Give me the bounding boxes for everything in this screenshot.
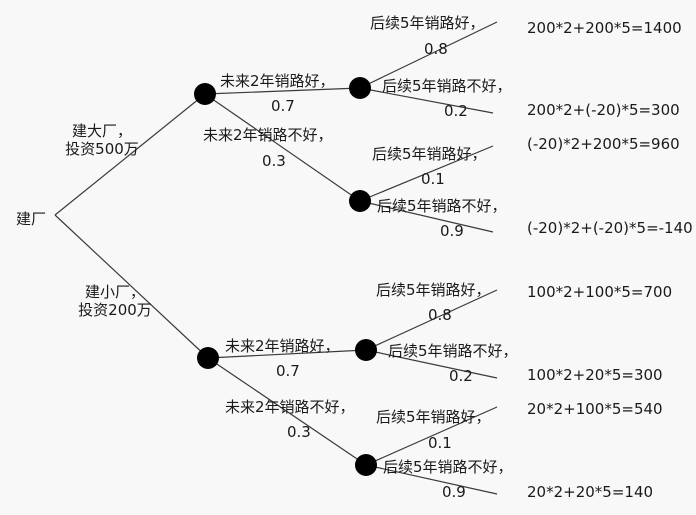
result-small-b-bad: 20*2+20*5=140	[527, 483, 654, 501]
big-b-bad-label: 后续5年销路不好，	[377, 197, 507, 215]
small-factory-line2: 投资200万	[78, 301, 152, 319]
node-big-good2	[349, 77, 371, 99]
big-factory-line2: 投资500万	[65, 140, 139, 158]
small-good2-label: 未来2年销路好，	[225, 337, 340, 355]
big-b-good-label: 后续5年销路好，	[372, 145, 487, 163]
tree-edges	[54, 21, 498, 495]
big-b-bad-prob: 0.9	[440, 222, 464, 240]
node-small-bad2	[355, 454, 377, 476]
small-b-bad-label: 后续5年销路不好，	[383, 458, 513, 476]
small-g-bad-prob: 0.2	[449, 367, 473, 385]
small-factory-label: 建小厂， 投资200万	[70, 283, 160, 319]
small-bad2-prob: 0.3	[287, 423, 311, 441]
big-good2-prob: 0.7	[271, 97, 295, 115]
result-big-b-bad: (-20)*2+(-20)*5=-140	[527, 219, 693, 237]
big-factory-line1: 建大厂，	[71, 122, 132, 140]
small-g-bad-label: 后续5年销路不好，	[388, 342, 518, 360]
root-label: 建厂	[16, 210, 47, 228]
node-small	[197, 347, 219, 369]
big-g-good-label: 后续5年销路好，	[370, 14, 485, 32]
decision-tree-diagram: 建厂 建大厂， 投资500万 未来2年销路好， 0.7 未来2年销路不好， 0.…	[0, 0, 696, 515]
big-g-bad-label: 后续5年销路不好，	[382, 77, 512, 95]
big-good2-label: 未来2年销路好，	[220, 72, 335, 90]
small-b-good-prob: 0.1	[428, 434, 452, 452]
node-big-bad2	[349, 190, 371, 212]
small-good2-prob: 0.7	[276, 362, 300, 380]
big-factory-label: 建大厂， 投资500万	[62, 122, 142, 158]
result-big-b-good: (-20)*2+200*5=960	[527, 135, 680, 153]
result-small-g-bad: 100*2+20*5=300	[527, 366, 663, 384]
node-big	[194, 83, 216, 105]
big-b-good-prob: 0.1	[421, 170, 445, 188]
big-g-bad-prob: 0.2	[444, 102, 468, 120]
small-g-good-label: 后续5年销路好，	[376, 281, 491, 299]
result-big-g-good: 200*2+200*5=1400	[527, 19, 682, 37]
big-bad2-label: 未来2年销路不好，	[203, 126, 333, 144]
result-small-b-good: 20*2+100*5=540	[527, 400, 663, 418]
small-g-good-prob: 0.8	[428, 306, 452, 324]
big-g-good-prob: 0.8	[424, 40, 448, 58]
small-b-good-label: 后续5年销路好，	[376, 408, 491, 426]
result-small-g-good: 100*2+100*5=700	[527, 283, 673, 301]
result-big-g-bad: 200*2+(-20)*5=300	[527, 101, 680, 119]
small-bad2-label: 未来2年销路不好，	[225, 398, 355, 416]
big-bad2-prob: 0.3	[262, 152, 286, 170]
small-b-bad-prob: 0.9	[442, 483, 466, 501]
node-small-good2	[355, 339, 377, 361]
small-factory-line1: 建小厂，	[84, 283, 145, 301]
